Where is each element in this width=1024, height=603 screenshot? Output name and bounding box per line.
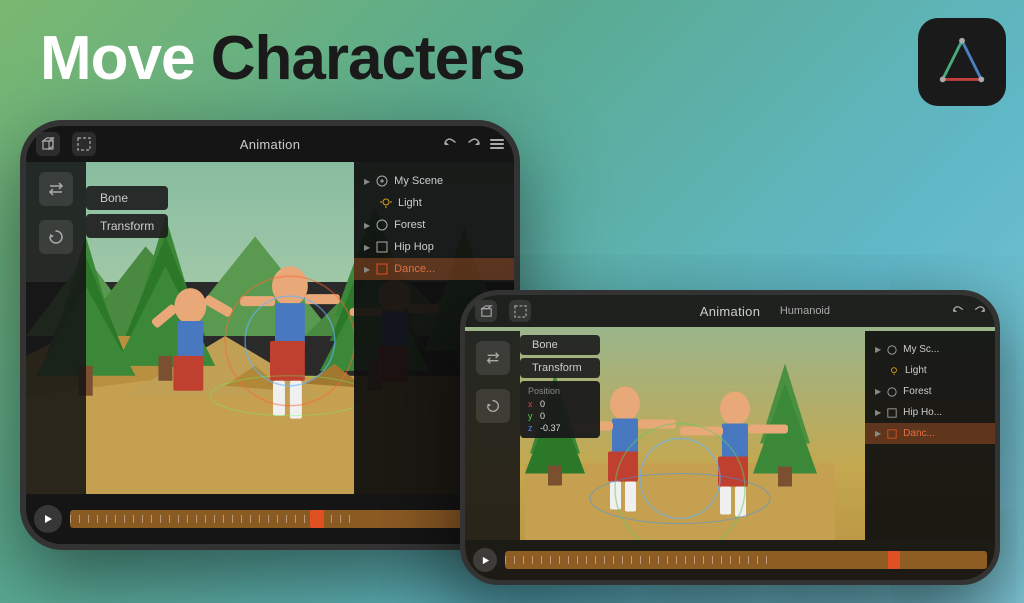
hiphop-label: Hip Hop [394,241,434,253]
z-value: -0.37 [540,423,561,433]
y-label: y [528,411,536,421]
phone2-dance-label: Danc... [903,428,935,439]
phone1-left-sidebar [26,162,86,494]
phone2-scene-item-hiphop[interactable]: ▶ Hip Ho... [865,402,995,423]
phone1-animation-label: Animation [240,137,301,152]
phone2-humanoid-label: Humanoid [780,305,830,317]
phone1-top-bar: Animation [26,126,514,162]
hiphop-icon [376,241,388,253]
play-button[interactable] [34,505,62,533]
forest-group-icon [376,219,388,231]
bone-panel[interactable]: Bone [86,186,168,210]
scene-item-hiphop[interactable]: ▶ Hip Hop [354,236,514,258]
myscene-label: My Scene [394,175,443,187]
scene-item-myscene[interactable]: ▶ My Scene [354,170,514,192]
scene-group-icon [376,175,388,187]
cube-icon[interactable] [36,132,60,156]
x-label: x [528,399,536,409]
phone2-light-label: Light [905,365,927,376]
phone2-cube-icon[interactable] [475,300,497,322]
phone2-dance-icon [887,429,897,439]
transform-panel-btn[interactable]: Transform [86,214,168,238]
phone2-animation-label: Animation [700,304,761,319]
title-move: Move [40,24,194,93]
phone2-left-panels: Bone Transform Position x 0 y 0 z -0.37 [520,335,600,438]
y-row: y 0 [528,411,592,421]
scene-item-forest[interactable]: ▶ Forest [354,214,514,236]
timeline-marker[interactable]: 10 [310,510,324,528]
x-row: x 0 [528,399,592,409]
phone2-timeline-marker[interactable] [888,551,900,569]
title-area: Move Characters [40,28,525,90]
phone2-top-bar: Animation Humanoid [465,295,995,327]
phone2-scene-item-light[interactable]: Light [865,360,995,381]
selection-icon[interactable] [72,132,96,156]
phone2: Animation Humanoid Bone Transform Positi… [460,290,1000,585]
phone2-timeline-track[interactable] [505,551,987,569]
phone2-top-left-icons [475,300,531,322]
title-characters: Characters [211,24,525,93]
phone2-scene-item-myscene[interactable]: ▶ My Sc... [865,339,995,360]
phone2-scene-item-dance[interactable]: ▶ Danc... [865,423,995,444]
phone1-screen: Animation Bone Transform [26,126,514,544]
z-row: z -0.37 [528,423,592,433]
phone2-bone-btn[interactable]: Bone [520,335,600,355]
menu-icon[interactable] [490,139,504,149]
dance-icon [376,263,388,275]
phone2-transform-btn[interactable]: Transform [520,358,600,378]
phone2-screen: Animation Humanoid Bone Transform Positi… [465,295,995,580]
phone2-play-button[interactable] [473,548,497,572]
z-label: z [528,423,536,433]
undo-icon[interactable] [442,136,458,152]
phone2-left-sidebar [465,331,520,540]
dance-label: Dance... [394,263,435,275]
timeline-ticks [70,510,506,528]
phone2-forest-icon [887,387,897,397]
phone2-timeline [465,540,995,580]
phone2-myscene-icon [887,345,897,355]
light-icon [380,197,392,209]
y-value: 0 [540,411,545,421]
app-icon [918,18,1006,106]
swap-icon[interactable] [39,172,73,206]
phone2-undo-icon[interactable] [951,304,965,318]
phone2-redo-icon[interactable] [973,304,987,318]
phone2-right-panel: ▶ My Sc... Light ▶ Forest ▶ Hip Ho... ▶ [865,331,995,540]
phone1: Animation Bone Transform [20,120,520,550]
phone2-forest-label: Forest [903,386,931,397]
refresh-icon[interactable] [39,220,73,254]
forest-label: Forest [394,219,425,231]
phone2-hiphop-icon [887,408,897,418]
phone2-light-icon [889,366,899,376]
phone2-top-right-icons [951,304,987,318]
position-label: Position [528,386,592,396]
phone1-timeline: 10 [26,494,514,544]
phone2-swap-icon[interactable] [476,341,510,375]
phone1-top-left-icons [36,132,96,156]
phone2-timeline-ticks [505,551,987,569]
phone1-left-panels: Bone Transform [86,176,168,238]
scene-item-dance[interactable]: ▶ Dance... [354,258,514,280]
phone2-selection-icon[interactable] [509,300,531,322]
timeline-track[interactable]: 10 [70,510,506,528]
phone2-myscene-label: My Sc... [903,344,939,355]
phone2-scene-item-forest[interactable]: ▶ Forest [865,381,995,402]
light-label: Light [398,197,422,209]
x-value: 0 [540,399,545,409]
phone1-top-right-icons [442,136,504,152]
phone2-position-panel: Position x 0 y 0 z -0.37 [520,381,600,438]
phone2-refresh-icon[interactable] [476,389,510,423]
app-icon-svg [933,33,991,91]
scene-item-light[interactable]: Light [354,192,514,214]
redo-icon[interactable] [466,136,482,152]
phone2-hiphop-label: Hip Ho... [903,407,942,418]
